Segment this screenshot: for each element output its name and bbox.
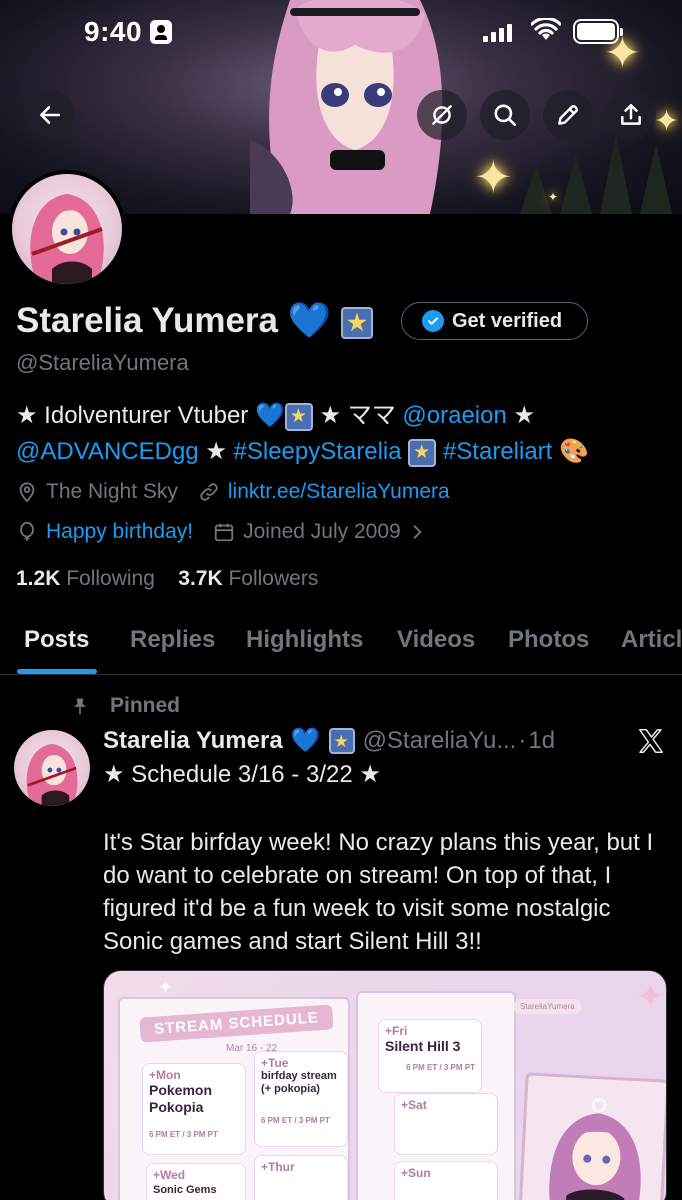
tab-photos[interactable]: Photos bbox=[508, 626, 589, 654]
profile-meta-row: The Night Sky linktr.ee/StareliaYumera bbox=[16, 480, 450, 504]
get-verified-button[interactable]: Get verified bbox=[401, 302, 588, 340]
followers-link[interactable]: 3.7K Followers bbox=[178, 567, 318, 590]
profile-meta-row: Happy birthday! Joined July 2009 bbox=[16, 520, 435, 544]
search-button[interactable] bbox=[480, 90, 530, 140]
following-link[interactable]: 1.2K Following bbox=[16, 567, 155, 590]
website-link[interactable]: linktr.ee/StareliaYumera bbox=[228, 480, 450, 504]
post-body: It's Star birfday week! No crazy plans t… bbox=[103, 829, 654, 955]
pinned-indicator: Pinned bbox=[70, 694, 180, 718]
post-author-avatar[interactable] bbox=[14, 730, 90, 806]
followers-count: 3.7K bbox=[178, 567, 223, 590]
post-author-handle[interactable]: @StareliaYu... bbox=[363, 727, 517, 755]
post-media-image[interactable]: ✦ ✦ ✦ STREAM SCHEDULE Mar 16 - 22 Starel… bbox=[103, 970, 667, 1200]
profile-handle: @StareliaYumera bbox=[16, 350, 189, 375]
profile-bio: ★ Idolventurer Vtuber 💙 ★ ママ @oraeion ★ … bbox=[16, 398, 666, 470]
link-icon bbox=[200, 483, 218, 501]
calendar-icon bbox=[214, 523, 234, 542]
schedule-card: +Sat OFFLINE bbox=[394, 1093, 498, 1155]
birthday-link[interactable]: Happy birthday! bbox=[46, 520, 193, 544]
sparkles-icon bbox=[284, 402, 313, 431]
sparkles-icon bbox=[328, 727, 355, 754]
mention-link[interactable]: @oraeion bbox=[402, 402, 506, 429]
schedule-card: +Tue birfday stream (+ pokopia) 6 PM ET … bbox=[254, 1051, 348, 1147]
blue-heart-icon: 💙 bbox=[254, 402, 285, 429]
focus-id-icon bbox=[150, 20, 172, 44]
bio-text: ★ bbox=[205, 438, 227, 465]
blue-heart-icon: 💙 bbox=[290, 727, 321, 754]
tab-videos[interactable]: Videos bbox=[397, 626, 475, 654]
search-icon bbox=[494, 104, 517, 127]
sparkle-star: ✦ bbox=[636, 978, 665, 1016]
following-label: Following bbox=[66, 567, 155, 590]
tab-replies[interactable]: Replies bbox=[130, 626, 215, 654]
profile-tabs: Posts Replies Highlights Videos Photos A… bbox=[0, 612, 682, 675]
sparkle-star: ✦ bbox=[548, 190, 559, 204]
sparkle-star: ✦ bbox=[158, 977, 174, 997]
palette-icon: 🎨 bbox=[559, 438, 589, 465]
display-name: Starelia Yumera bbox=[16, 301, 279, 340]
schedule-tag: StareliaYumera bbox=[514, 999, 581, 1014]
profile-name: Starelia Yumera 💙 bbox=[16, 300, 374, 341]
joined-date: Joined July 2009 bbox=[243, 520, 401, 543]
signal-icon bbox=[483, 22, 512, 42]
pinned-label: Pinned bbox=[110, 694, 181, 717]
status-bar: 9:40 bbox=[0, 0, 682, 64]
profile-avatar[interactable] bbox=[8, 170, 126, 288]
schedule-card: +Fri Silent Hill 3 6 PM ET / 3 PM PT bbox=[378, 1019, 482, 1093]
active-tab-indicator bbox=[17, 669, 97, 674]
bio-text: ★ bbox=[513, 402, 536, 429]
edit-icon bbox=[558, 105, 578, 125]
battery-icon bbox=[573, 19, 623, 44]
sparkle-star: ✦ bbox=[654, 105, 680, 138]
balloon-icon bbox=[20, 521, 34, 542]
followers-label: Followers bbox=[228, 567, 319, 590]
chevron-right-icon[interactable] bbox=[407, 522, 427, 542]
post-age[interactable]: 1d bbox=[528, 727, 555, 755]
follow-stats: 1.2K Following 3.7K Followers bbox=[16, 567, 318, 591]
blue-heart-icon: 💙 bbox=[287, 301, 332, 340]
status-time: 9:40 bbox=[84, 16, 143, 47]
post-title: ★ Schedule 3/16 - 3/22 ★ bbox=[103, 761, 381, 788]
bio-text: ★ ママ bbox=[319, 402, 396, 429]
tab-articles[interactable]: Articles bbox=[621, 626, 682, 654]
schedule-card: +Wed Sonic Gems bbox=[146, 1163, 246, 1200]
sparkle-star: ✦ bbox=[474, 151, 513, 203]
share-icon bbox=[621, 104, 641, 125]
edit-button[interactable] bbox=[543, 90, 593, 140]
sparkles-icon bbox=[408, 438, 437, 467]
pin-icon bbox=[74, 698, 86, 715]
location-icon bbox=[19, 482, 35, 503]
location-text: The Night Sky bbox=[46, 480, 178, 503]
hide-icon bbox=[432, 105, 452, 125]
hashtag-link[interactable]: #Stareliart bbox=[443, 438, 552, 465]
bio-text: ★ Idolventurer Vtuber bbox=[16, 402, 249, 429]
tab-highlights[interactable]: Highlights bbox=[246, 626, 363, 654]
schedule-character-art bbox=[518, 1072, 666, 1200]
back-arrow-icon bbox=[40, 106, 60, 124]
get-verified-label: Get verified bbox=[452, 309, 563, 332]
post-separator: · bbox=[518, 726, 527, 754]
hashtag-link[interactable]: #SleepyStarelia bbox=[234, 438, 402, 465]
hide-button[interactable] bbox=[417, 90, 467, 140]
post-author-name[interactable]: Starelia Yumera bbox=[103, 727, 283, 755]
avatar-art bbox=[30, 194, 104, 284]
sparkles-icon bbox=[341, 306, 374, 339]
schedule-card: +Sun OFFLINE bbox=[394, 1161, 498, 1200]
share-button[interactable] bbox=[606, 90, 656, 140]
following-count: 1.2K bbox=[16, 567, 61, 590]
tab-posts[interactable]: Posts bbox=[24, 626, 89, 654]
post-header: Starelia Yumera 💙 @StareliaYu... · 1d bbox=[103, 726, 555, 755]
mention-link[interactable]: @ADVANCEDgg bbox=[16, 438, 199, 465]
x-logo-icon[interactable] bbox=[636, 726, 666, 756]
verified-badge-icon bbox=[422, 310, 444, 332]
back-button[interactable] bbox=[25, 90, 75, 140]
schedule-card: +Thur OFFLINE bbox=[254, 1155, 348, 1200]
schedule-card: +Mon Pokemon Pokopia 6 PM ET / 3 PM PT bbox=[142, 1063, 246, 1155]
avatar-art bbox=[26, 743, 78, 806]
wifi-icon bbox=[531, 18, 561, 40]
